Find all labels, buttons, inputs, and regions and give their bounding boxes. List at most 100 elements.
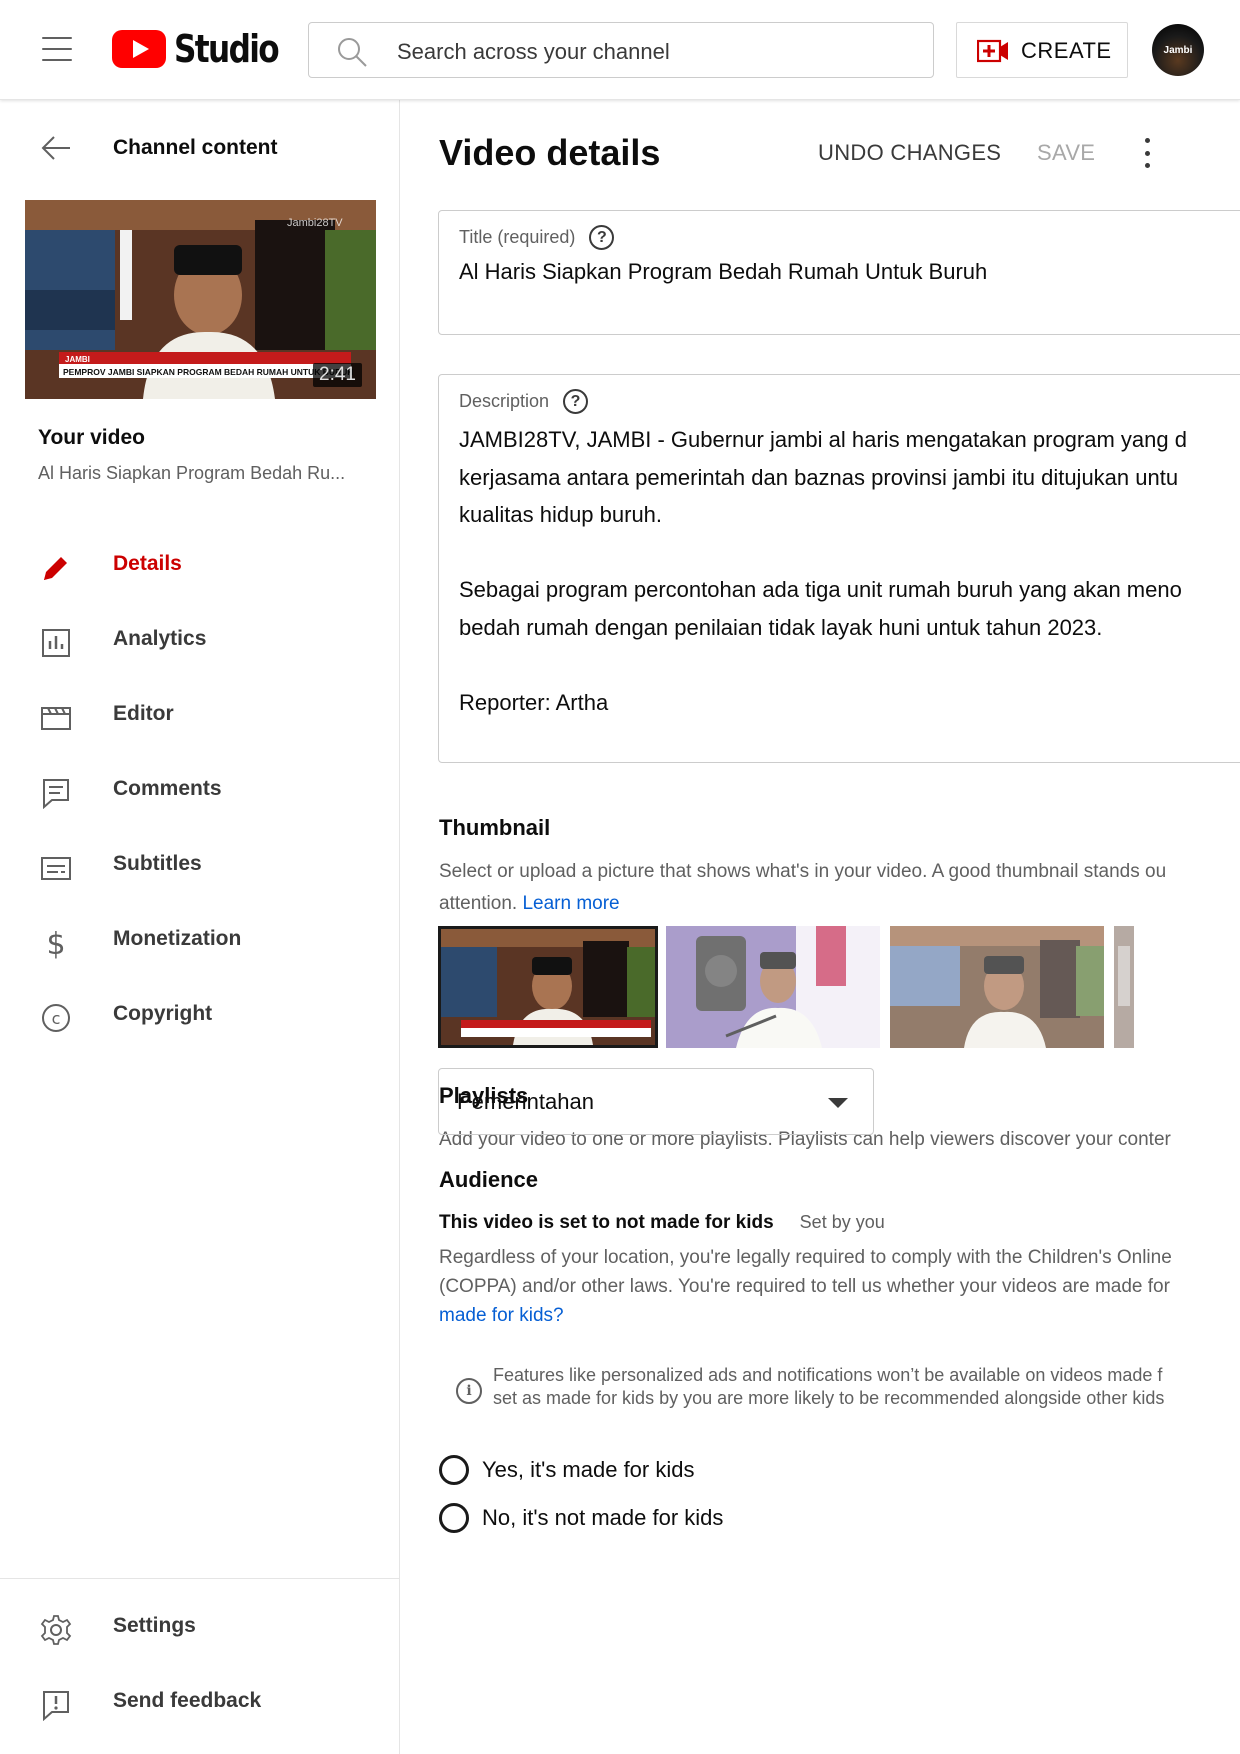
sidebar-item-label: Details xyxy=(113,552,182,575)
description-line xyxy=(459,534,1240,572)
svg-text:c: c xyxy=(52,1009,61,1028)
description-field[interactable]: Description ? JAMBI28TV, JAMBI - Gubernu… xyxy=(438,374,1240,763)
sidebar-item-subtitles[interactable]: Subtitles xyxy=(0,830,400,904)
audience-description: Regardless of your location, you're lega… xyxy=(439,1243,1239,1330)
your-video-label: Your video xyxy=(38,426,145,449)
svg-text:JAMBI: JAMBI xyxy=(65,355,90,364)
sidebar: Channel content JAMBI PEMPROV JAMBI SIAP… xyxy=(0,100,400,1754)
video-camera-plus-icon xyxy=(977,39,1008,63)
menu-icon[interactable] xyxy=(42,37,72,61)
copyright-icon: c xyxy=(42,1004,70,1032)
sidebar-item-analytics[interactable]: Analytics xyxy=(0,605,400,679)
editor-icon xyxy=(41,707,71,730)
avatar-text: Jambi xyxy=(1163,44,1193,56)
playlist-selected-value: Pemerintahan xyxy=(457,1089,594,1114)
title-input[interactable]: Al Haris Siapkan Program Bedah Rumah Unt… xyxy=(459,259,987,285)
thumbnail-option[interactable] xyxy=(438,926,658,1048)
duration-badge: 2:41 xyxy=(313,363,362,387)
svg-text:PEMPROV JAMBI SIAPKAN PROGRAM: PEMPROV JAMBI SIAPKAN PROGRAM BEDAH RUMA… xyxy=(63,367,353,377)
radio-label: Yes, it's made for kids xyxy=(482,1457,695,1482)
comments-icon xyxy=(43,779,69,809)
thumbnail-image xyxy=(666,926,880,1048)
more-options-icon[interactable] xyxy=(1143,138,1151,168)
learn-more-link[interactable]: Learn more xyxy=(522,893,619,914)
dollar-icon: $ xyxy=(46,927,65,959)
thumbnail-option[interactable] xyxy=(1114,926,1134,1048)
sidebar-item-label: Settings xyxy=(113,1614,196,1637)
sidebar-item-details[interactable]: Details xyxy=(0,530,400,604)
description-line: Sebagai program percontohan ada tiga uni… xyxy=(459,577,1182,602)
search-input[interactable]: Search across your channel xyxy=(308,22,934,78)
search-placeholder: Search across your channel xyxy=(397,39,670,64)
title-field[interactable]: Title (required) ? Al Haris Siapkan Prog… xyxy=(438,210,1240,335)
description-line: JAMBI28TV, JAMBI - Gubernur jambi al har… xyxy=(459,427,1187,452)
info-icon: i xyxy=(456,1378,482,1404)
title-field-label: Title (required) ? xyxy=(459,225,615,250)
save-button[interactable]: SAVE xyxy=(1037,140,1095,166)
svg-text:$: $ xyxy=(46,927,65,959)
create-label: CREATE xyxy=(1021,38,1112,63)
playlist-dropdown[interactable]: Pemerintahan xyxy=(438,1068,874,1135)
analytics-icon xyxy=(42,629,70,657)
description-line xyxy=(459,646,1240,684)
top-bar: Studio Search across your channel CREATE… xyxy=(0,0,1240,100)
sidebar-item-send-feedback[interactable]: Send feedback xyxy=(0,1667,400,1741)
your-video-title: Al Haris Siapkan Program Bedah Ru... xyxy=(38,463,346,483)
thumbnail-option[interactable] xyxy=(666,926,880,1048)
subtitles-icon xyxy=(41,857,71,880)
sidebar-divider xyxy=(0,1578,400,1579)
create-button[interactable]: CREATE xyxy=(956,22,1128,78)
sidebar-item-label: Send feedback xyxy=(113,1689,262,1712)
youtube-studio-logo[interactable]: Studio xyxy=(112,27,301,71)
svg-text:Jambi28TV: Jambi28TV xyxy=(287,217,343,229)
dropdown-arrow-icon xyxy=(828,1098,848,1108)
radio-button[interactable] xyxy=(439,1503,469,1533)
avatar[interactable]: Jambi xyxy=(1152,24,1204,76)
page-title: Video details xyxy=(439,132,661,173)
sidebar-item-label: Monetization xyxy=(113,927,242,950)
radio-made-for-kids-yes[interactable]: Yes, it's made for kids xyxy=(439,1455,694,1485)
sidebar-item-comments[interactable]: Comments xyxy=(0,755,400,829)
feedback-icon xyxy=(43,1691,69,1721)
made-for-kids-link[interactable]: made for kids? xyxy=(439,1301,1239,1330)
back-arrow-icon[interactable] xyxy=(40,134,72,162)
gear-icon xyxy=(40,1615,72,1645)
sidebar-item-label: Copyright xyxy=(113,1002,213,1025)
audience-status: This video is set to not made for kids S… xyxy=(439,1212,885,1234)
radio-button[interactable] xyxy=(439,1455,469,1485)
undo-changes-button[interactable]: UNDO CHANGES xyxy=(818,140,1001,166)
description-input[interactable]: JAMBI28TV, JAMBI - Gubernur jambi al har… xyxy=(459,421,1240,721)
help-icon[interactable]: ? xyxy=(589,225,615,250)
thumbnail-image xyxy=(890,926,1104,1048)
thumbnail-description: Select or upload a picture that shows wh… xyxy=(439,861,1167,914)
help-icon[interactable]: ? xyxy=(563,389,589,414)
radio-made-for-kids-no[interactable]: No, it's not made for kids xyxy=(439,1503,723,1533)
sidebar-item-copyright[interactable]: c Copyright xyxy=(0,980,400,1054)
video-thumbnail[interactable]: JAMBI PEMPROV JAMBI SIAPKAN PROGRAM BEDA… xyxy=(25,200,376,399)
radio-label: No, it's not made for kids xyxy=(482,1505,724,1530)
description-line: bedah rumah dengan penilaian tidak layak… xyxy=(459,614,1103,640)
audience-heading: Audience xyxy=(439,1167,539,1192)
thumbnail-image xyxy=(441,929,655,1045)
description-line: kualitas hidup buruh. xyxy=(459,502,663,527)
youtube-play-icon xyxy=(112,30,166,68)
sidebar-item-label: Editor xyxy=(113,702,174,725)
channel-content-link[interactable]: Channel content xyxy=(113,136,278,160)
sidebar-item-editor[interactable]: Editor xyxy=(0,680,400,754)
audience-set-by: Set by you xyxy=(799,1212,885,1232)
description-field-label: Description ? xyxy=(459,389,589,414)
sidebar-item-settings[interactable]: Settings xyxy=(0,1592,400,1666)
sidebar-item-label: Subtitles xyxy=(113,852,202,875)
thumbnail-option[interactable] xyxy=(890,926,1104,1048)
pencil-icon xyxy=(44,557,67,580)
search-icon xyxy=(338,38,367,67)
description-line: Reporter: Artha xyxy=(459,689,609,715)
sidebar-item-label: Comments xyxy=(113,777,222,800)
description-line: kerjasama antara pemerintah dan baznas p… xyxy=(459,464,1179,490)
main-content: Video details UNDO CHANGES SAVE Title (r… xyxy=(401,100,1240,1754)
sidebar-item-label: Analytics xyxy=(113,627,207,650)
thumbnail-image xyxy=(1114,926,1134,1048)
sidebar-item-monetization[interactable]: $ Monetization xyxy=(0,905,400,979)
logo-text: Studio xyxy=(174,27,280,71)
thumbnail-heading: Thumbnail xyxy=(439,815,551,840)
